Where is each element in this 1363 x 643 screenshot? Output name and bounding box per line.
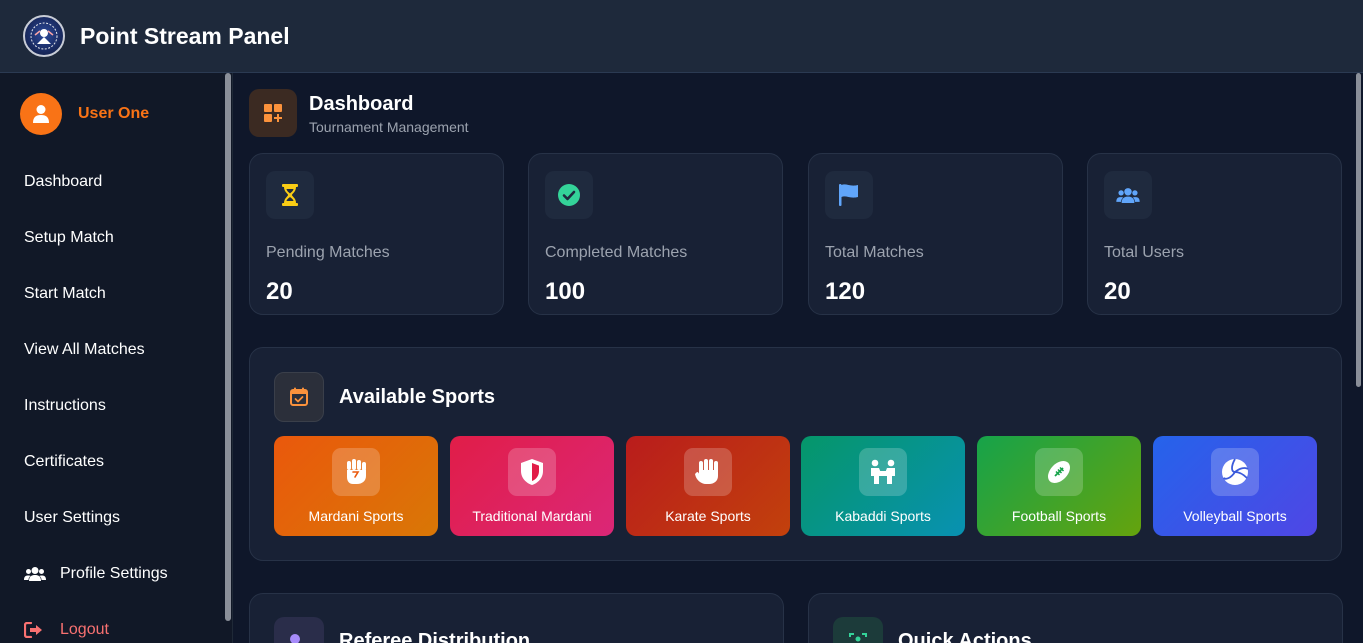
- quick-actions-card: Quick Actions: [808, 593, 1343, 643]
- tournament-logo[interactable]: [23, 15, 65, 57]
- sport-card-kabaddi[interactable]: Kabaddi Sports: [801, 436, 965, 536]
- section-title: Referee Distribution: [339, 630, 531, 643]
- stat-card-completed: Completed Matches 100: [528, 153, 783, 315]
- check-circle-icon: [545, 171, 593, 219]
- sport-card-label: Volleyball Sports: [1183, 508, 1287, 524]
- shield-icon: [508, 448, 556, 496]
- stat-value: 100: [545, 278, 586, 305]
- stat-label: Completed Matches: [545, 244, 688, 261]
- sidebar-item-certificates[interactable]: Certificates: [0, 434, 224, 490]
- stat-label: Total Matches: [825, 244, 924, 261]
- page-scrollbar-thumb[interactable]: [1356, 73, 1361, 387]
- football-icon: [1035, 448, 1083, 496]
- sport-card-label: Traditional Mardani: [472, 508, 592, 524]
- sidebar-item-view-all-matches[interactable]: View All Matches: [0, 322, 224, 378]
- sidebar-item-profile-settings[interactable]: Profile Settings: [0, 546, 224, 602]
- stat-card-pending: Pending Matches 20: [249, 153, 504, 315]
- logo-emblem-icon: [30, 22, 58, 50]
- main-content: Dashboard Tournament Management Pending …: [233, 73, 1355, 643]
- sidebar-item-label: Instructions: [24, 397, 106, 414]
- sidebar-item-label: Logout: [60, 621, 109, 638]
- volleyball-icon: [1211, 448, 1259, 496]
- sidebar-item-label: View All Matches: [24, 341, 145, 358]
- app-title: Point Stream Panel: [80, 22, 290, 49]
- sidebar-item-user-settings[interactable]: User Settings: [0, 490, 224, 546]
- calendar-check-icon: [274, 372, 324, 422]
- sidebar-item-label: Start Match: [24, 285, 106, 302]
- available-sports-panel: Available Sports Mardani Sports Traditio…: [249, 347, 1342, 561]
- stat-value: 20: [1104, 278, 1131, 305]
- sport-card-label: Football Sports: [1011, 508, 1107, 524]
- dashboard-header: Dashboard Tournament Management: [249, 89, 469, 137]
- sidebar-scrollbar-thumb[interactable]: [225, 73, 231, 621]
- sport-card-volleyball[interactable]: Volleyball Sports: [1153, 436, 1317, 536]
- top-bar: Point Stream Panel: [0, 0, 1363, 73]
- referee-distribution-card: Referee Distribution: [249, 593, 784, 643]
- sidebar-item-label: Certificates: [24, 453, 105, 470]
- users-icon: [24, 566, 46, 582]
- sport-card-label: Kabaddi Sports: [835, 508, 931, 524]
- sport-card-traditional-mardani[interactable]: Traditional Mardani: [450, 436, 614, 536]
- fist-icon: [332, 448, 380, 496]
- dashboard-plus-icon: [249, 89, 297, 137]
- section-title: Available Sports: [339, 385, 495, 408]
- hand-icon: [684, 448, 732, 496]
- sidebar-item-setup-match[interactable]: Setup Match: [0, 210, 224, 266]
- hourglass-icon: [266, 171, 314, 219]
- sidebar-item-label: Setup Match: [24, 229, 114, 246]
- sport-card-label: Karate Sports: [665, 508, 751, 524]
- stat-card-total-users: Total Users 20: [1087, 153, 1342, 315]
- sidebar-item-label: User Settings: [24, 509, 121, 526]
- stat-value: 120: [825, 278, 866, 305]
- sidebar-item-instructions[interactable]: Instructions: [0, 378, 224, 434]
- sidebar-item-label: Profile Settings: [60, 565, 168, 582]
- stat-card-total-matches: Total Matches 120: [808, 153, 1063, 315]
- sidebar-item-label: Dashboard: [24, 173, 103, 190]
- user-name: User One: [78, 105, 150, 122]
- stat-label: Pending Matches: [266, 244, 390, 261]
- sport-card-label: Mardani Sports: [308, 508, 404, 524]
- avatar: [20, 93, 62, 135]
- sidebar-item-logout[interactable]: Logout: [0, 602, 224, 643]
- sport-card-football[interactable]: Football Sports: [977, 436, 1141, 536]
- quick-actions-icon: [833, 617, 883, 643]
- stat-label: Total Users: [1104, 244, 1185, 261]
- page-subtitle: Tournament Management: [309, 118, 469, 135]
- sidebar-item-start-match[interactable]: Start Match: [0, 266, 224, 322]
- sidebar-item-dashboard[interactable]: Dashboard: [0, 154, 224, 210]
- sidebar-scrollbar[interactable]: [224, 73, 232, 621]
- people-icon: [859, 448, 907, 496]
- sport-card-karate[interactable]: Karate Sports: [626, 436, 790, 536]
- user-icon: [33, 105, 49, 123]
- sidebar-nav: Dashboard Setup Match Start Match View A…: [0, 154, 224, 643]
- sidebar: User One Dashboard Setup Match Start Mat…: [0, 73, 233, 643]
- user-profile[interactable]: User One: [20, 93, 149, 135]
- users-icon: [1104, 171, 1152, 219]
- referee-icon: [274, 617, 324, 643]
- page-title: Dashboard: [309, 92, 414, 115]
- logout-icon: [24, 622, 46, 638]
- stat-value: 20: [266, 278, 293, 305]
- flag-icon: [825, 171, 873, 219]
- sport-card-mardani[interactable]: Mardani Sports: [274, 436, 438, 536]
- page-scrollbar[interactable]: [1355, 73, 1363, 643]
- section-title: Quick Actions: [898, 630, 1032, 643]
